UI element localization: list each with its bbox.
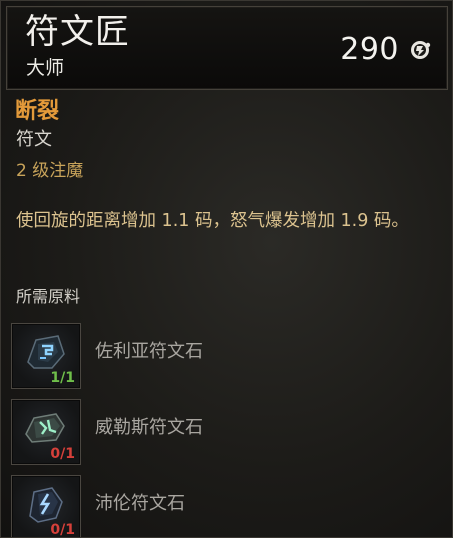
material-name: 威勒斯符文石 — [95, 417, 203, 438]
rune-stone-green-icon — [25, 413, 65, 443]
material-count: 0/1 — [50, 446, 75, 462]
material-slot[interactable]: 1/1 — [11, 323, 81, 389]
rune-crafting-tooltip: 符文匠 大师 290 断裂 符文 2 级注魔 使回旋的距离增加 1.1 码，怒气… — [0, 0, 453, 538]
item-level: 2 级注魔 — [16, 161, 84, 181]
material-slot[interactable]: 0/1 — [11, 399, 81, 465]
material-count: 0/1 — [50, 522, 75, 538]
header: 符文匠 大师 290 — [6, 6, 448, 90]
rune-stone-lightning-icon — [29, 487, 63, 523]
material-count: 1/1 — [50, 370, 75, 386]
item-description: 使回旋的距离增加 1.1 码，怒气爆发增加 1.9 码。 — [16, 211, 409, 231]
material-name: 佐利亚符文石 — [95, 341, 203, 362]
material-row[interactable]: 0/1 沛伦符文石 — [11, 475, 441, 538]
material-row[interactable]: 0/1 威勒斯符文石 — [11, 399, 441, 465]
material-row[interactable]: 1/1 佐利亚符文石 — [11, 323, 441, 389]
materials-title: 所需原料 — [16, 287, 81, 306]
vendor-rank: 大师 — [26, 57, 65, 79]
craft-cost: 290 — [340, 32, 399, 67]
item-name: 断裂 — [15, 99, 60, 124]
material-name: 沛伦符文石 — [95, 493, 185, 514]
gold-coin-icon — [411, 41, 431, 59]
material-slot[interactable]: 0/1 — [11, 475, 81, 538]
vendor-title: 符文匠 — [25, 12, 130, 52]
rune-stone-blue-icon — [27, 335, 65, 369]
item-type: 符文 — [16, 129, 52, 150]
